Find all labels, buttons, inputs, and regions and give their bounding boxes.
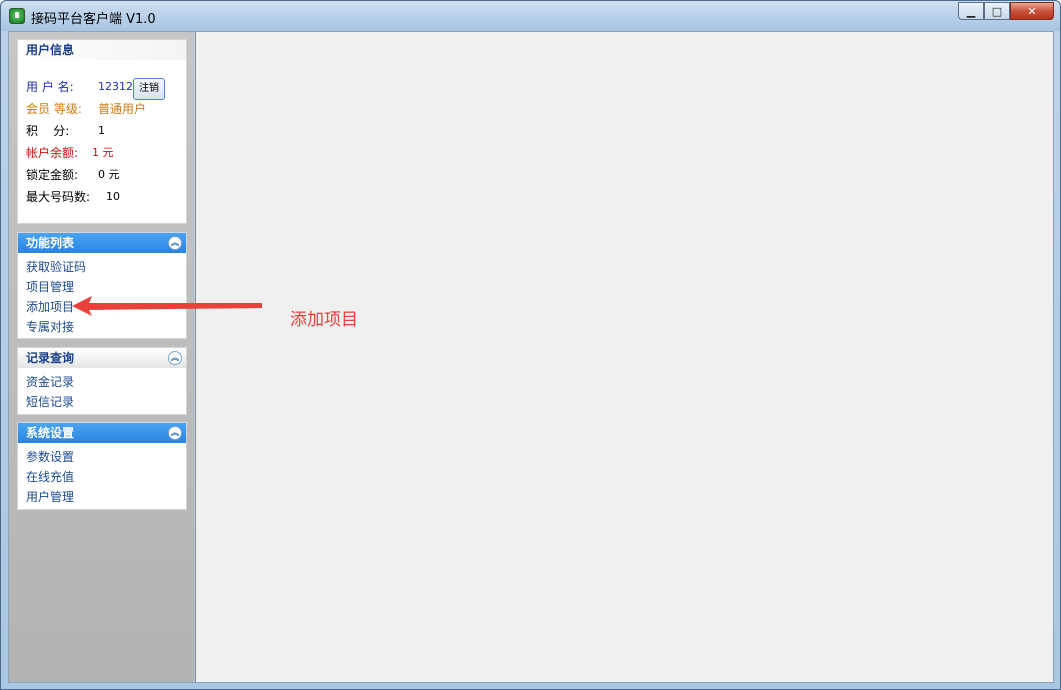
maximize-icon: □ (991, 4, 1003, 18)
points-label: 积 分: (26, 124, 70, 138)
title-bar[interactable]: 接码平台客户端 V1.0 ▁ □ ✕ (1, 1, 1060, 31)
records-title: 记录查询 (26, 351, 75, 365)
settings-title: 系统设置 (26, 426, 75, 440)
level-label: 会员 等级: (26, 102, 82, 116)
menu-user-manage[interactable]: 用户管理 (26, 487, 178, 507)
max-numbers-value: 10 (106, 190, 120, 203)
balance-row: 帐户余额: 1 元 (18, 142, 186, 164)
level-row: 会员 等级: 普通用户 (18, 98, 186, 120)
user-info-panel: 用户信息 用 户 名: 123123 注销 会员 等级: 普通用户 积 分: 1 (17, 39, 187, 224)
function-list-panel: 功能列表 ︽ 获取验证码 项目管理 添加项目 专属对接 (17, 232, 187, 339)
settings-panel: 系统设置 ︽ 参数设置 在线充值 用户管理 (17, 422, 187, 510)
annotation-label: 添加项目 (290, 310, 358, 330)
logout-button[interactable]: 注销 (133, 78, 165, 100)
close-button[interactable]: ✕ (1010, 2, 1054, 20)
username-row: 用 户 名: 123123 注销 (18, 76, 186, 100)
function-list-header[interactable]: 功能列表 ︽ (18, 233, 186, 253)
locked-label: 锁定金额: (26, 168, 79, 182)
balance-label: 帐户余额: (26, 146, 79, 160)
points-row: 积 分: 1 (18, 120, 186, 142)
max-numbers-row: 最大号码数: 10 (18, 186, 186, 208)
menu-fund-records[interactable]: 资金记录 (26, 372, 178, 392)
close-icon: ✕ (1027, 4, 1037, 18)
minimize-button[interactable]: ▁ (958, 2, 984, 20)
max-numbers-label: 最大号码数: (26, 190, 91, 204)
menu-param-settings[interactable]: 参数设置 (26, 447, 178, 467)
balance-value: 1 元 (92, 146, 114, 159)
annotation-arrow-icon (72, 296, 262, 316)
username-label: 用 户 名: (26, 80, 74, 94)
window-title: 接码平台客户端 V1.0 (31, 12, 156, 27)
app-icon (9, 8, 25, 24)
menu-online-recharge[interactable]: 在线充值 (26, 467, 178, 487)
records-header[interactable]: 记录查询 ︽ (18, 348, 186, 368)
minimize-icon: ▁ (966, 4, 976, 18)
window-controls: ▁ □ ✕ (958, 2, 1054, 20)
user-info-header: 用户信息 (18, 40, 186, 60)
settings-header[interactable]: 系统设置 ︽ (18, 423, 186, 443)
maximize-button[interactable]: □ (984, 2, 1010, 20)
level-value: 普通用户 (98, 102, 147, 116)
menu-get-code[interactable]: 获取验证码 (26, 257, 178, 277)
function-list-title: 功能列表 (26, 236, 75, 250)
app-window: 接码平台客户端 V1.0 ▁ □ ✕ 用户信息 用 户 名: 123123 注销… (0, 0, 1061, 690)
locked-value: 0 元 (98, 168, 120, 181)
collapse-icon[interactable]: ︽ (168, 351, 182, 365)
sidebar: 用户信息 用 户 名: 123123 注销 会员 等级: 普通用户 积 分: 1 (9, 32, 194, 682)
records-panel: 记录查询 ︽ 资金记录 短信记录 (17, 347, 187, 415)
collapse-icon[interactable]: ︽ (168, 236, 182, 250)
main-content-area (195, 32, 1053, 682)
menu-sms-records[interactable]: 短信记录 (26, 392, 178, 412)
points-value: 1 (98, 124, 105, 137)
locked-row: 锁定金额: 0 元 (18, 164, 186, 186)
collapse-icon[interactable]: ︽ (168, 426, 182, 440)
client-area: 用户信息 用 户 名: 123123 注销 会员 等级: 普通用户 积 分: 1 (8, 31, 1054, 683)
